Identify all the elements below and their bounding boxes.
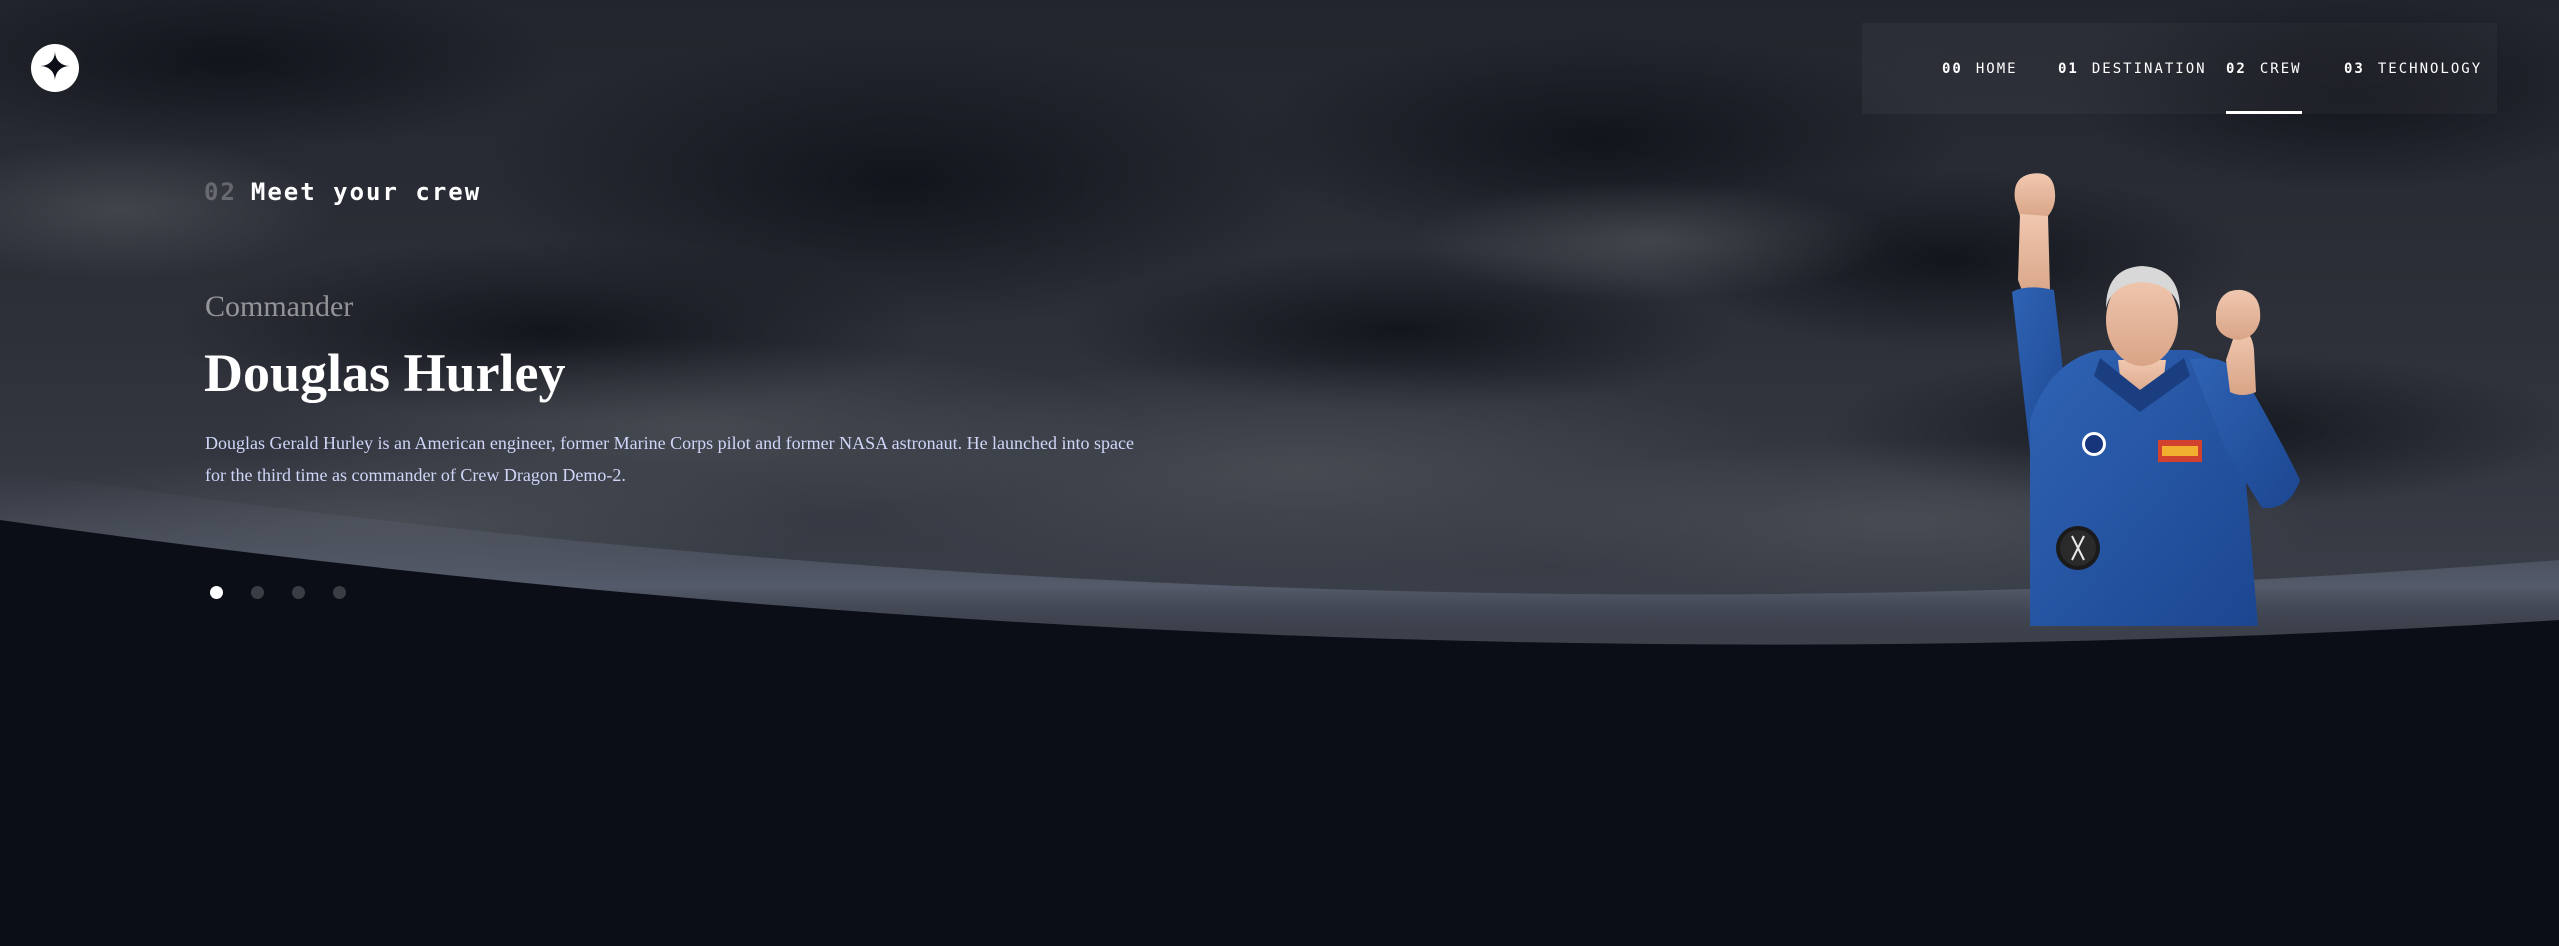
crew-member-image [1990, 160, 2330, 626]
nav-item-label: HOME [1975, 60, 2018, 77]
star-logo-icon [40, 50, 70, 86]
crew-bio: Douglas Gerald Hurley is an American eng… [205, 433, 1135, 485]
nav-item-home[interactable]: 00 HOME [1942, 23, 2018, 114]
crew-name: Douglas Hurley [204, 343, 566, 403]
carousel-dot-3[interactable] [292, 586, 305, 599]
carousel-dot-1[interactable] [210, 586, 223, 599]
nav-item-label: TECHNOLOGY [2377, 60, 2483, 77]
nav-item-technology[interactable]: 03 TECHNOLOGY [2344, 23, 2482, 114]
nav-item-label: DESTINATION [2091, 60, 2207, 77]
nav-item-number: 01 [2058, 60, 2079, 77]
page-title: 02 Meet your crew [204, 178, 481, 206]
carousel-dot-2[interactable] [251, 586, 264, 599]
nav-item-crew[interactable]: 02 CREW [2226, 23, 2302, 114]
nav-item-label: CREW [2259, 60, 2302, 77]
crew-role: Commander [205, 290, 354, 323]
carousel-dot-4[interactable] [333, 586, 346, 599]
logo[interactable] [31, 44, 79, 92]
page-title-text: Meet your crew [250, 178, 482, 206]
nav-item-number: 03 [2344, 60, 2365, 77]
nav-item-number: 02 [2226, 60, 2247, 77]
nav-item-number: 00 [1942, 60, 1963, 77]
main-nav: 00 HOME 01 DESTINATION 02 CREW 03 TECHNO… [1862, 23, 2497, 114]
page-title-number: 02 [204, 178, 237, 206]
nav-item-destination[interactable]: 01 DESTINATION [2058, 23, 2207, 114]
